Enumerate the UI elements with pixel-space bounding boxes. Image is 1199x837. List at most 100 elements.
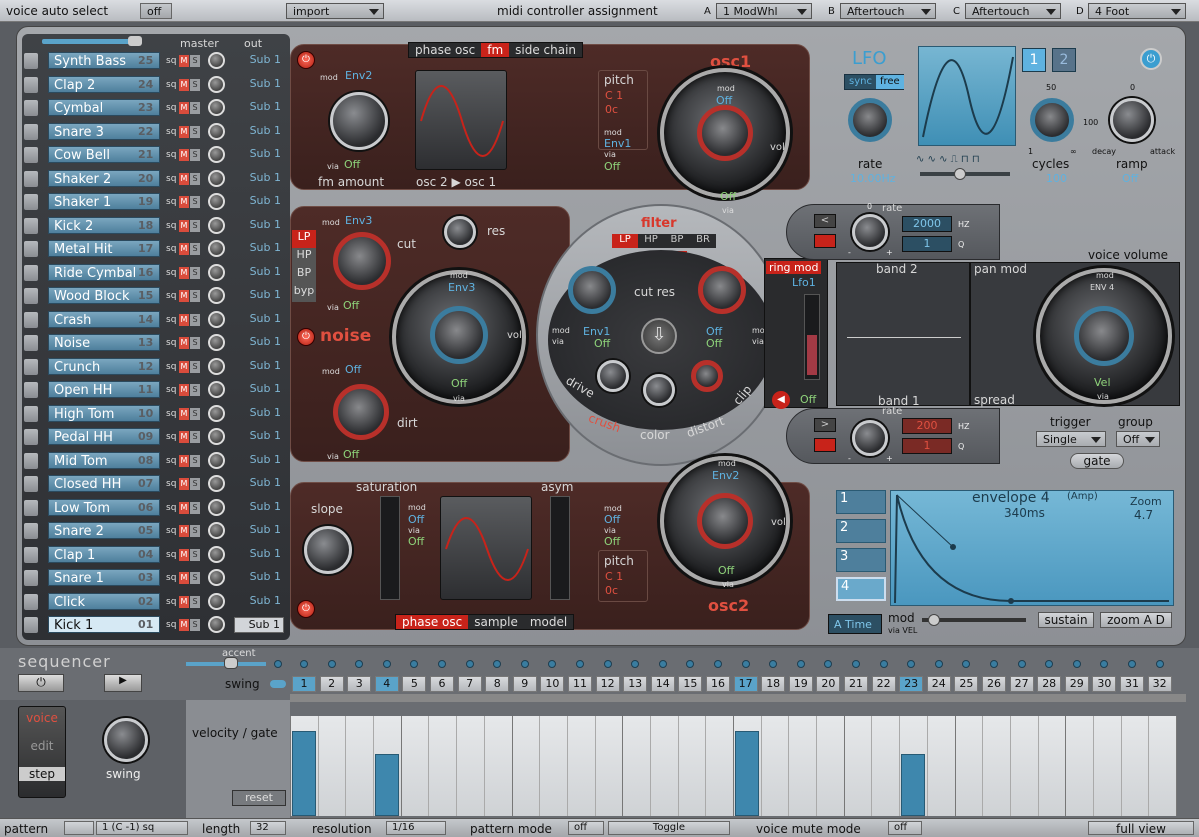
filter-hp-button[interactable]: HP [638,234,664,248]
slot-a-dropdown[interactable]: 1 ModWhl [716,3,812,19]
voice-select-tab[interactable] [24,476,38,492]
step-button[interactable]: 31 [1120,676,1144,692]
voice-solo-button[interactable]: S [190,501,200,514]
step-button[interactable]: 2 [319,676,344,692]
osc1-waveform-display[interactable] [415,70,507,170]
step-button[interactable]: 14 [650,676,675,692]
full-view-button[interactable]: full view [1088,821,1194,836]
accent-dot[interactable] [603,660,612,668]
voice-mute-button[interactable]: M [179,572,189,584]
noise-vol-dial[interactable] [430,306,488,364]
step-button[interactable]: 26 [982,676,1006,692]
pattern-mode-dropdown[interactable]: Toggle [608,821,730,835]
step-button[interactable]: 11 [568,676,592,692]
noise-via-value[interactable]: Off [343,299,359,312]
voice-mute-button[interactable]: M [179,243,189,255]
voice-select-tab[interactable] [24,53,38,69]
band2-gain-knob[interactable] [852,214,888,250]
noise-cut-knob[interactable] [333,232,391,290]
osc2-vol-via-value[interactable]: Off [718,564,734,577]
accent-dot[interactable] [1072,660,1081,668]
slot-d-dropdown[interactable]: 4 Foot [1088,3,1186,19]
osc2-vol-dial[interactable] [697,493,753,549]
band1-q-field[interactable]: 1 [902,438,952,454]
voice-output[interactable]: Sub 1 [234,218,284,234]
step-button[interactable]: 8 [485,676,510,692]
noise-bp-button[interactable]: BP [292,266,316,284]
voice-solo-button[interactable]: S [190,125,200,138]
voice-pan-knob[interactable] [208,99,225,116]
accent-dot[interactable] [990,660,998,668]
osc2-asym-slider[interactable] [550,496,570,600]
voice-select-tab[interactable] [24,335,38,351]
accent-dot[interactable] [852,660,860,668]
osc2-tab-model[interactable]: model [524,615,573,629]
noise-vol-mod-value[interactable]: Env3 [448,281,475,294]
voice-select-tab[interactable] [24,405,38,422]
voice-output[interactable]: Sub 1 [234,523,284,539]
voice-output[interactable]: Sub 1 [234,100,284,116]
swing-toggle[interactable] [270,680,286,688]
voice-select-tab[interactable] [24,429,38,445]
voice-output[interactable]: Sub 1 [234,617,284,633]
voice-row[interactable]: Shaker 1 19 sq M S Sub 1 [24,191,286,213]
voice-select-tab[interactable] [24,194,38,210]
voice-output[interactable]: Sub 1 [234,241,284,257]
voice-mute-button[interactable]: M [179,501,189,514]
dirt-knob[interactable] [333,384,389,440]
voice-select-tab[interactable] [24,382,38,398]
voice-pan-knob[interactable] [208,193,225,210]
voice-solo-button[interactable]: S [190,102,200,114]
voice-mute-button[interactable]: M [179,102,189,114]
voice-output[interactable]: Sub 1 [234,594,284,610]
voice-row[interactable]: Crash 14 sq M S Sub 1 [24,309,286,331]
voice-select-tab[interactable] [24,264,38,281]
osc2-power-button[interactable]: ⏻ [297,600,315,618]
voice-row[interactable]: Pedal HH 09 sq M S Sub 1 [24,426,286,448]
osc2-saturation-slider[interactable] [380,496,400,600]
filter-color-knob[interactable] [643,374,675,406]
filter-drive-knob[interactable] [597,360,629,392]
accent-dot[interactable] [714,660,722,668]
step-button[interactable]: 5 [402,676,427,692]
voice-output[interactable]: Sub 1 [234,547,284,563]
voice-mute-button[interactable]: M [179,266,189,279]
trigger-dropdown[interactable]: Single [1036,431,1106,447]
lfo-sync-option[interactable]: sync [845,75,876,89]
pattern-mode-toggle[interactable]: off [568,821,604,835]
voice-solo-button[interactable]: S [190,619,200,631]
step-button[interactable]: 22 [871,676,896,692]
voice-volume-dial[interactable] [1074,306,1134,366]
voice-pan-knob[interactable] [208,263,225,281]
filter-bp-button[interactable]: BP [664,234,690,248]
voice-solo-button[interactable]: S [190,478,200,490]
voice-solo-button[interactable]: S [190,548,200,561]
voice-row[interactable]: Closed HH 07 sq M S Sub 1 [24,473,286,495]
voice-solo-button[interactable]: S [190,196,200,208]
osc1-pitch-note[interactable]: C 1 [605,89,623,102]
voice-solo-button[interactable]: S [190,337,200,349]
voice-row[interactable]: Open HH 11 sq M S Sub 1 [24,379,286,401]
step-button[interactable]: 19 [788,676,813,692]
voice-mute-button[interactable]: M [179,384,189,396]
accent-dot[interactable] [382,660,391,668]
loop-bar[interactable] [290,694,1186,702]
voice-mute-button[interactable]: M [179,337,189,349]
voice-mute-button[interactable]: M [179,431,189,443]
voice-select-tab[interactable] [24,311,38,328]
osc2-pitch-mod-value[interactable]: Off [604,513,620,526]
lfo-free-option[interactable]: free [875,75,904,89]
voice-select-tab[interactable] [24,452,38,469]
voice-output[interactable]: Sub 1 [234,124,284,140]
voice-mute-button[interactable]: M [179,478,189,490]
voice-solo-button[interactable]: S [190,243,200,255]
voice-pan-knob[interactable] [208,451,225,469]
master-slider-handle[interactable] [128,36,142,46]
reset-button[interactable]: reset [232,790,286,806]
voice-pan-knob[interactable] [208,122,225,140]
band2-power-button[interactable] [814,234,836,248]
step-button[interactable]: 24 [926,676,951,692]
voice-output[interactable]: Sub 1 [234,476,284,492]
ring-mod-title[interactable]: ring mod [766,261,822,274]
band1-gain-knob[interactable] [852,420,888,456]
